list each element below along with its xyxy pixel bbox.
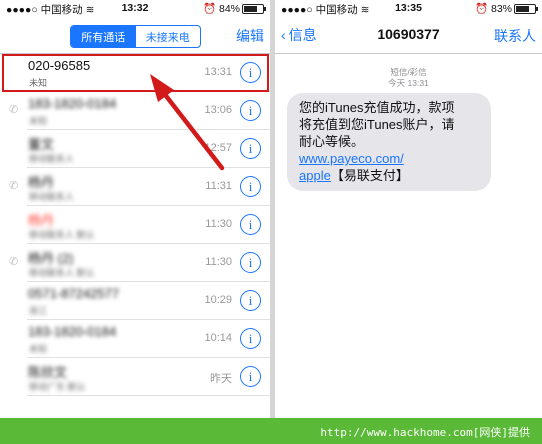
recents-screen: ●●●●○ 中国移动 ≋ 13:32 ⏰ 84% 所有通话 未接来电 编辑 02… — [0, 0, 270, 418]
alarm-icon: ⏰ — [474, 3, 489, 15]
contact-button[interactable]: 联系人 — [494, 26, 536, 46]
message-type: 短信/彩信 — [390, 67, 427, 77]
message-link[interactable]: apple — [299, 168, 331, 183]
message-meta: 短信/彩信 今天 13:31 — [275, 67, 542, 89]
source-url: http://www.hackhome.com[网侠]提供 — [320, 426, 530, 439]
annotation-arrow — [150, 74, 225, 171]
message-bubble: 您的iTunes充值成功，款项 将充值到您iTunes账户，请 耐心等候。 ww… — [287, 93, 491, 191]
message-screen: ●●●●○ 中国移动 ≋ 13:35 ⏰ 83% ‹ 信息 10690377 联系… — [275, 0, 542, 418]
watermark-bar: http://www.hackhome.com[网侠]提供 — [0, 418, 542, 444]
battery-percent: 83% — [490, 3, 512, 15]
message-timestamp: 今天 13:31 — [388, 78, 429, 88]
status-bar: ●●●●○ 中国移动 ≋ 13:35 ⏰ 83% — [275, 0, 542, 17]
message-link[interactable]: www.payeco.com/ — [299, 151, 404, 166]
battery-icon — [514, 4, 538, 15]
message-navbar: ‹ 信息 10690377 联系人 — [275, 17, 542, 54]
